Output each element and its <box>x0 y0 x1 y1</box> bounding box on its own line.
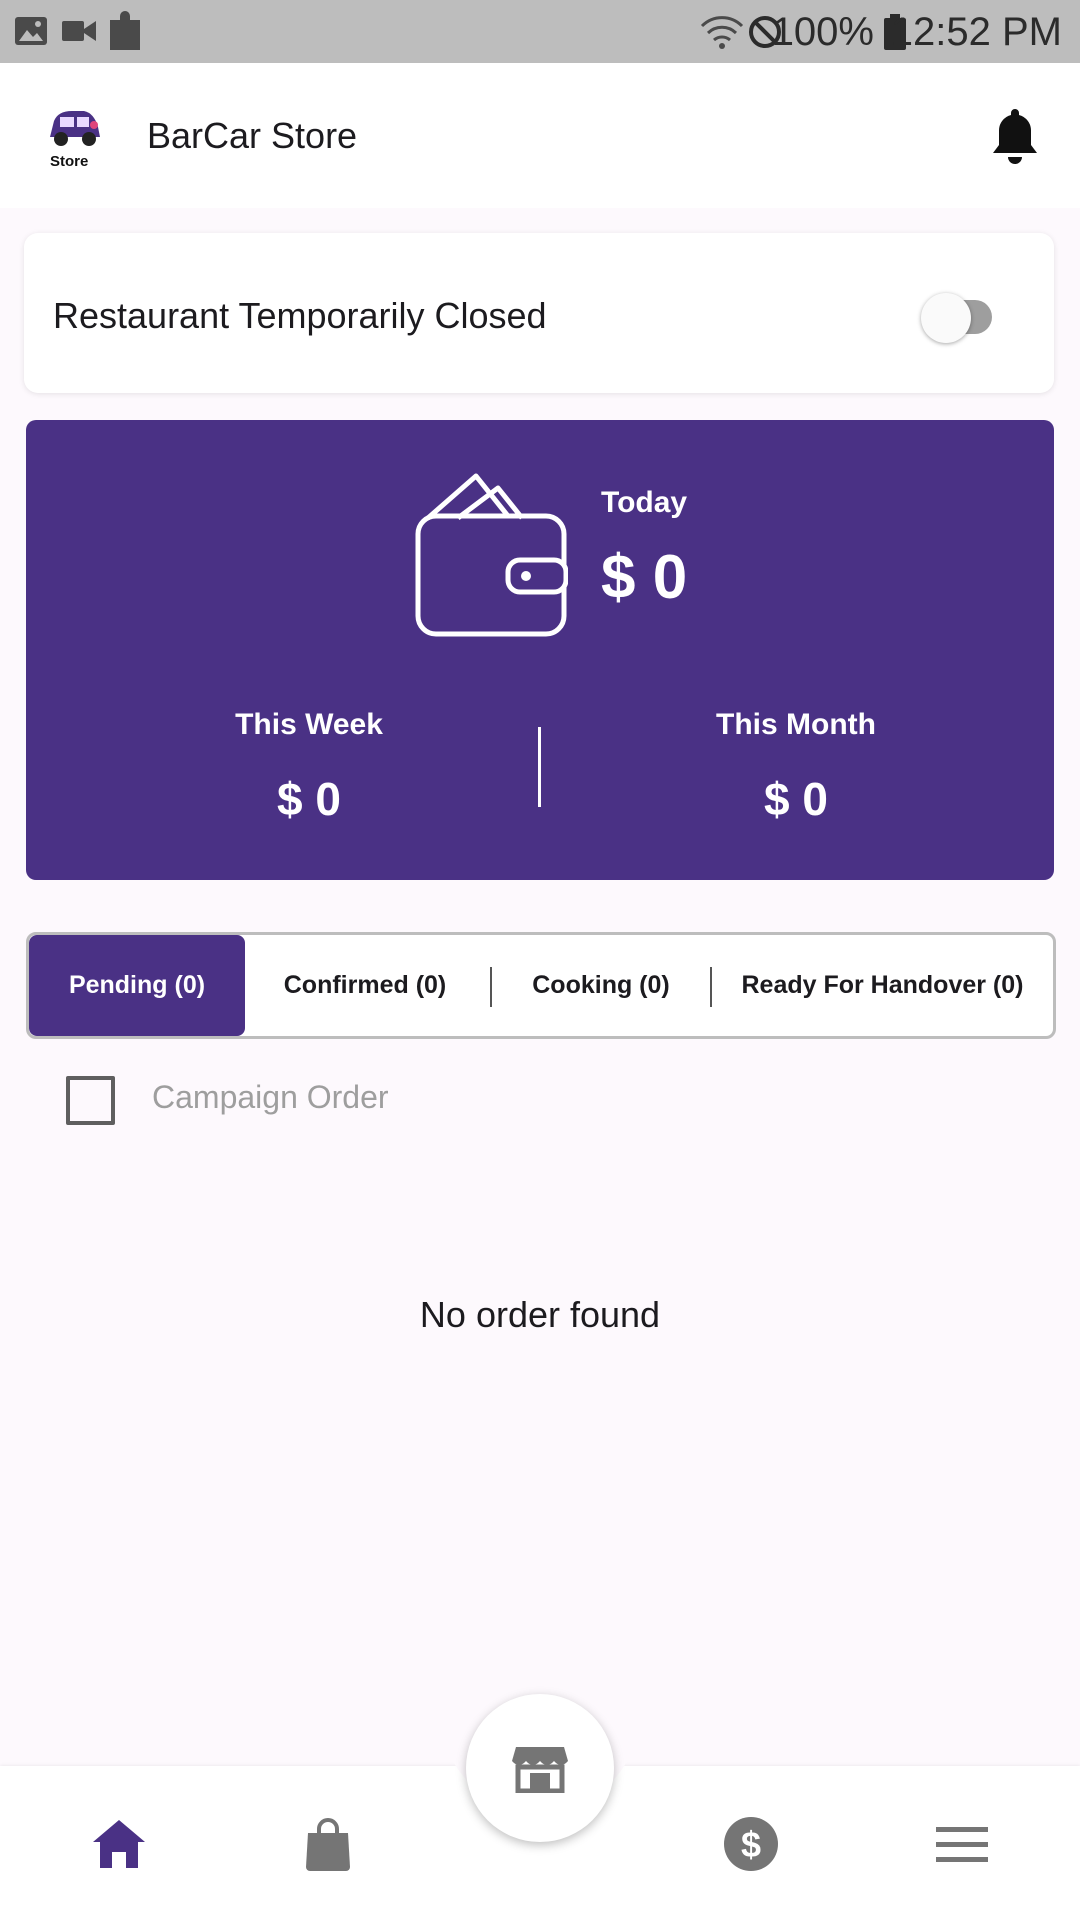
toggle-knob <box>921 293 971 343</box>
app-title: BarCar Store <box>147 115 358 156</box>
this-week-value: $ 0 <box>277 773 341 825</box>
tab-confirmed[interactable]: Confirmed (0) <box>245 935 485 1036</box>
store-icon <box>512 1747 568 1793</box>
temporarily-closed-label: Restaurant Temporarily Closed <box>53 295 547 336</box>
app-bar: Store BarCar Store <box>0 63 1080 208</box>
image-icon <box>15 17 47 45</box>
tab-pending[interactable]: Pending (0) <box>29 935 245 1036</box>
logo-text: Store <box>50 153 89 170</box>
battery-percent: 100% <box>771 10 874 54</box>
earnings-card: Today $ 0 This Week $ 0 This Month $ 0 <box>26 420 1054 880</box>
wallet-icon <box>415 473 568 637</box>
bell-icon[interactable] <box>990 107 1040 165</box>
today-label: Today <box>601 486 688 519</box>
tab-ready-for-handover[interactable]: Ready For Handover (0) <box>712 935 1053 1036</box>
nav-menu-button[interactable] <box>922 1812 1002 1876</box>
order-status-tabs: Pending (0) Confirmed (0) Cooking (0) Re… <box>26 932 1056 1039</box>
campaign-order-checkbox[interactable] <box>66 1076 115 1125</box>
store-logo: Store <box>44 101 104 171</box>
nav-earnings-button[interactable]: $ <box>711 1812 791 1876</box>
svg-text:$: $ <box>741 1824 761 1865</box>
this-month-label: This Month <box>716 708 876 741</box>
dollar-icon: $ <box>724 1817 778 1871</box>
menu-icon <box>936 1827 988 1862</box>
puzzle-icon <box>110 11 140 50</box>
campaign-order-label: Campaign Order <box>152 1079 389 1115</box>
today-value: $ 0 <box>601 543 688 612</box>
status-bar: 100% 12:52 PM <box>0 0 1080 63</box>
nav-home-button[interactable] <box>79 1812 159 1876</box>
tab-cooking[interactable]: Cooking (0) <box>492 935 710 1036</box>
status-time: 12:52 PM <box>890 10 1062 54</box>
this-week-label: This Week <box>235 708 383 741</box>
shopping-bag-icon <box>306 1818 350 1871</box>
nav-orders-button[interactable] <box>288 1812 368 1876</box>
video-icon <box>62 21 96 41</box>
temporarily-closed-toggle[interactable] <box>899 293 1019 343</box>
home-icon <box>93 1820 145 1868</box>
this-month-value: $ 0 <box>764 773 828 825</box>
wifi-icon <box>700 16 744 49</box>
store-fab-button[interactable] <box>466 1694 614 1842</box>
temporarily-closed-card: Restaurant Temporarily Closed <box>24 233 1054 393</box>
car-logo-icon <box>50 111 100 146</box>
empty-state-message: No order found <box>419 1294 661 1335</box>
